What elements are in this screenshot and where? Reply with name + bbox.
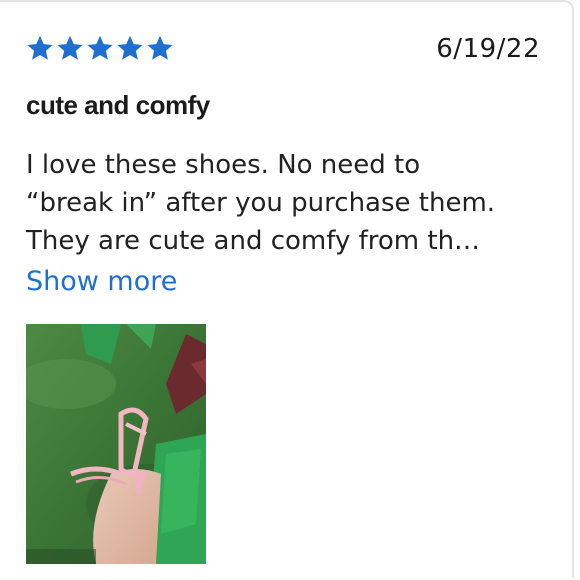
star-icon bbox=[147, 35, 173, 60]
review-card: 6/19/22 cute and comfy I love these shoe… bbox=[0, 0, 574, 578]
review-date: 6/19/22 bbox=[436, 34, 540, 64]
review-photo[interactable] bbox=[26, 324, 206, 564]
review-body-line: They are cute and comfy from th… bbox=[26, 226, 481, 256]
show-more-link[interactable]: Show more bbox=[26, 266, 177, 297]
star-icon bbox=[27, 35, 53, 60]
star-icon bbox=[57, 35, 83, 60]
review-body-line: I love these shoes. No need to bbox=[26, 150, 421, 180]
star-rating bbox=[26, 34, 174, 62]
review-photo-image bbox=[26, 324, 206, 564]
star-icon bbox=[87, 35, 113, 60]
star-icon bbox=[117, 35, 143, 60]
review-body-line: “break in” after you purchase them. bbox=[26, 188, 496, 218]
review-header: 6/19/22 bbox=[26, 34, 540, 64]
review-body: I love these shoes. No need to “break in… bbox=[26, 146, 556, 260]
review-title: cute and comfy bbox=[26, 90, 210, 120]
